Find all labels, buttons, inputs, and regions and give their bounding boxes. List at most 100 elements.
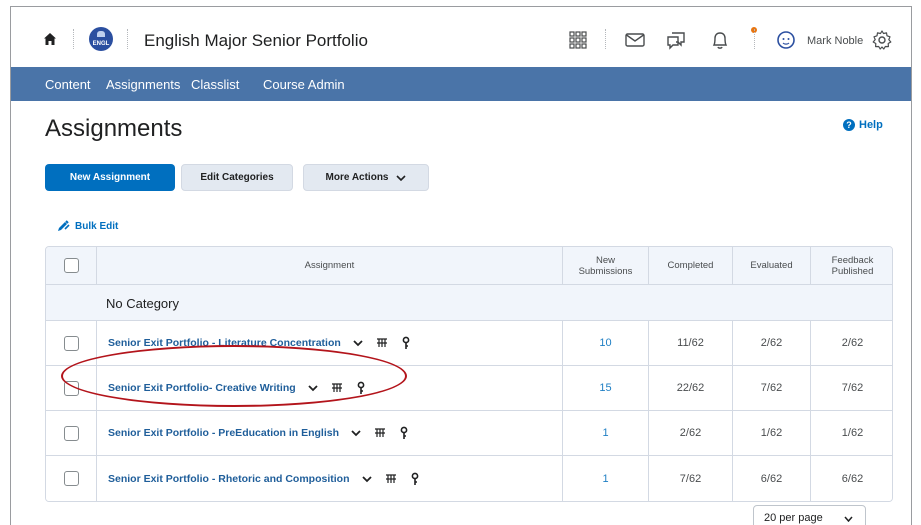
table-row: Senior Exit Portfolio- Creative Writing … [46,366,892,411]
header-new-submissions[interactable]: New Submissions [562,247,648,284]
grid-icon[interactable] [567,29,589,51]
row-new-submissions: 10 [562,321,648,365]
header-new-line2: Submissions [578,265,633,277]
assignment-name-group: Senior Exit Portfolio - Literature Conce… [108,321,413,365]
mail-icon[interactable] [624,29,646,51]
new-submissions-link[interactable]: 1 [602,427,608,439]
key-icon[interactable] [399,336,413,350]
row-check-cell [46,411,96,455]
table-row: Senior Exit Portfolio - Rhetoric and Com… [46,456,892,501]
row-new-submissions: 1 [562,456,648,501]
row-new-submissions: 15 [562,366,648,410]
bulk-edit-link[interactable]: Bulk Edit [57,220,118,232]
bulk-edit-label: Bulk Edit [75,220,119,232]
row-evaluated[interactable]: 7/62 [732,366,810,410]
divider [127,29,128,49]
org-logo[interactable]: ENGL [89,27,113,51]
gear-icon[interactable] [871,29,893,51]
category-label: No Category [106,296,179,311]
new-assignment-button[interactable]: New Assignment [45,164,175,191]
select-all-cell [46,247,96,284]
row-evaluated[interactable]: 2/62 [732,321,810,365]
category-check-cell [46,285,96,320]
nav-item-content[interactable]: Content [45,77,91,92]
row-check-cell [46,456,96,501]
bell-icon[interactable] [709,29,731,51]
row-check-cell [46,321,96,365]
more-actions-label: More Actions [325,172,389,183]
divider [605,29,606,49]
top-bar: ENGL English Major Senior Portfolio Mark… [11,7,911,67]
per-page-value: 20 per page [764,512,823,524]
row-checkbox[interactable] [63,471,79,486]
divider [754,29,755,49]
rubric-icon[interactable] [375,336,389,350]
row-check-cell [46,366,96,410]
header-feedback-line1: Feedback [831,254,874,266]
row-completed[interactable]: 2/62 [648,411,732,455]
new-submissions-link[interactable]: 1 [602,473,608,485]
nav-item-classlist[interactable]: Classlist [191,77,239,92]
table-row: Senior Exit Portfolio - Literature Conce… [46,321,892,366]
assignment-name-group: Senior Exit Portfolio - Rhetoric and Com… [108,456,422,501]
rubric-icon[interactable] [330,381,344,395]
course-navbar: Content Assignments Classlist Course Adm… [11,67,911,101]
row-checkbox[interactable] [63,335,79,351]
key-icon[interactable] [408,472,422,486]
nav-item-assignments[interactable]: Assignments [106,77,180,92]
edit-categories-button[interactable]: Edit Categories [181,164,293,191]
row-completed[interactable]: 11/62 [648,321,732,365]
row-feedback-published[interactable]: 1/62 [810,411,892,455]
row-feedback-published[interactable]: 2/62 [810,321,892,365]
nav-item-course-admin[interactable]: Course Admin [263,77,345,92]
chevron-down-icon[interactable] [306,381,320,395]
pencil-icon [58,220,70,231]
divider [73,29,74,49]
more-actions-button[interactable]: More Actions [303,164,429,191]
row-feedback-published[interactable]: 7/62 [810,366,892,410]
key-icon[interactable] [397,426,411,440]
new-submissions-link[interactable]: 10 [599,337,611,349]
rubric-icon[interactable] [373,426,387,440]
key-icon[interactable] [354,381,368,395]
assignment-name-group: Senior Exit Portfolio - PreEducation in … [108,411,411,455]
home-icon[interactable] [43,32,57,46]
help-icon: ? [843,119,855,131]
table-header-row: Assignment New Submissions Completed Eval… [46,247,892,285]
row-new-submissions: 1 [562,411,648,455]
chevron-down-icon [844,516,853,522]
row-checkbox[interactable] [63,425,79,441]
row-completed[interactable]: 22/62 [648,366,732,410]
header-completed[interactable]: Completed [648,247,732,284]
user-name[interactable]: Mark Noble [807,35,863,47]
course-title[interactable]: English Major Senior Portfolio [144,31,368,51]
help-link[interactable]: ? Help [843,119,883,131]
new-submissions-link[interactable]: 15 [599,382,611,394]
chevron-down-icon[interactable] [360,472,374,486]
table-row: Senior Exit Portfolio - PreEducation in … [46,411,892,456]
header-evaluated[interactable]: Evaluated [732,247,810,284]
assignment-link[interactable]: Senior Exit Portfolio - PreEducation in … [108,427,339,439]
row-evaluated[interactable]: 6/62 [732,456,810,501]
row-feedback-published[interactable]: 6/62 [810,456,892,501]
rubric-icon[interactable] [384,472,398,486]
row-evaluated[interactable]: 1/62 [732,411,810,455]
header-new-line1: New [595,254,615,266]
chevron-down-icon [396,174,407,181]
user-avatar-icon[interactable] [775,29,797,51]
assignment-link[interactable]: Senior Exit Portfolio - Rhetoric and Com… [108,473,350,485]
row-completed[interactable]: 7/62 [648,456,732,501]
row-checkbox[interactable] [63,380,79,396]
chat-icon[interactable] [665,29,687,51]
browser-frame: ENGL English Major Senior Portfolio Mark… [10,6,912,525]
select-all-checkbox[interactable] [63,258,79,273]
chevron-down-icon[interactable] [351,336,365,350]
header-feedback-published[interactable]: Feedback Published [810,247,892,284]
assignments-table: Assignment New Submissions Completed Eval… [45,246,893,502]
header-assignment[interactable]: Assignment [96,247,562,284]
chevron-down-icon[interactable] [349,426,363,440]
per-page-select[interactable]: 20 per page [753,505,866,525]
assignment-link[interactable]: Senior Exit Portfolio- Creative Writing [108,382,296,394]
assignment-link[interactable]: Senior Exit Portfolio - Literature Conce… [108,337,341,349]
category-row: No Category [46,285,892,321]
